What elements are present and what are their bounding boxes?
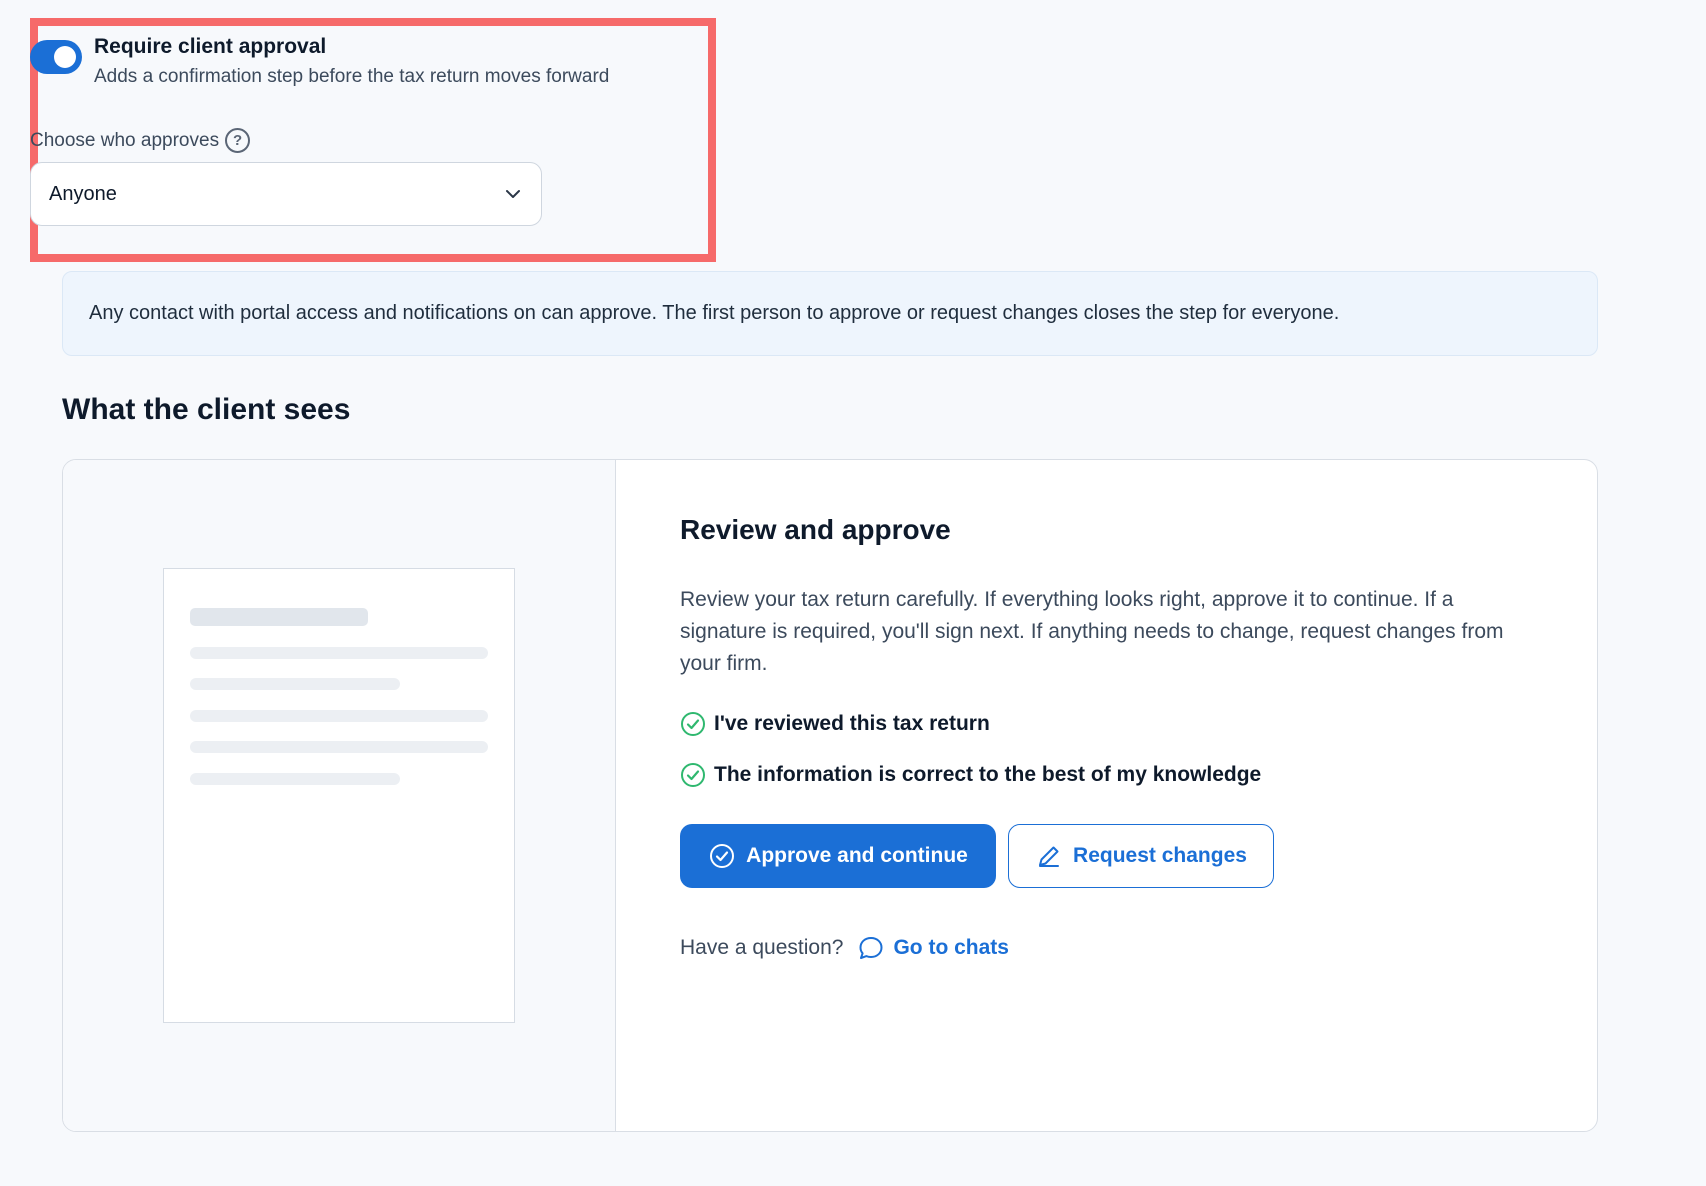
check-label: The information is correct to the best o… bbox=[714, 763, 1262, 786]
check-circle-icon bbox=[681, 712, 705, 736]
help-icon[interactable]: ? bbox=[225, 128, 251, 153]
approver-select-value: Anyone bbox=[49, 182, 117, 205]
section-title: What the client sees bbox=[62, 393, 351, 426]
request-changes-button[interactable]: Request changes bbox=[1008, 824, 1274, 888]
client-preview-card: Review and approve Review your tax retur… bbox=[62, 459, 1598, 1132]
chevron-down-icon bbox=[506, 190, 520, 198]
approve-button-label: Approve and continue bbox=[746, 844, 968, 867]
info-text: Any contact with portal access and notif… bbox=[89, 302, 1340, 324]
go-to-chats-link[interactable]: Go to chats bbox=[893, 936, 1009, 960]
check-item-correct: The information is correct to the best o… bbox=[680, 762, 1261, 788]
question-row: Have a question? Go to chats bbox=[680, 934, 1009, 962]
question-text: Have a question? bbox=[680, 936, 844, 959]
doc-placeholder-line bbox=[190, 678, 400, 690]
approver-select[interactable]: Anyone bbox=[30, 162, 542, 226]
check-circle-icon bbox=[710, 844, 735, 868]
review-title: Review and approve bbox=[680, 514, 951, 545]
require-approval-description: Adds a confirmation step before the tax … bbox=[94, 66, 610, 87]
require-approval-toggle[interactable] bbox=[30, 40, 82, 74]
doc-placeholder-line bbox=[190, 647, 488, 659]
review-description: Review your tax return carefully. If eve… bbox=[680, 588, 1504, 675]
approver-label: Choose who approves bbox=[30, 129, 220, 151]
toggle-knob bbox=[54, 46, 76, 68]
approver-label-row: Choose who approves ? bbox=[30, 128, 251, 153]
approve-button[interactable]: Approve and continue bbox=[680, 824, 996, 888]
page: Require client approval Adds a confirmat… bbox=[0, 0, 1706, 1186]
info-banner: Any contact with portal access and notif… bbox=[62, 271, 1598, 356]
check-label: I've reviewed this tax return bbox=[714, 712, 990, 735]
check-circle-icon bbox=[681, 763, 705, 787]
request-changes-label: Request changes bbox=[1073, 844, 1247, 867]
doc-placeholder-line bbox=[190, 710, 488, 722]
doc-placeholder-line bbox=[190, 773, 400, 785]
require-approval-title: Require client approval bbox=[94, 35, 327, 58]
require-approval-row: Require client approval Adds a confirmat… bbox=[30, 32, 609, 92]
doc-placeholder-line bbox=[190, 741, 488, 753]
document-thumbnail bbox=[163, 568, 515, 1023]
require-approval-text: Require client approval Adds a confirmat… bbox=[94, 32, 609, 92]
chat-bubble-icon bbox=[859, 937, 883, 959]
document-preview-panel bbox=[63, 460, 616, 1131]
pencil-icon bbox=[1039, 846, 1060, 867]
doc-placeholder-heading bbox=[190, 608, 368, 626]
check-item-reviewed: I've reviewed this tax return bbox=[680, 711, 990, 737]
